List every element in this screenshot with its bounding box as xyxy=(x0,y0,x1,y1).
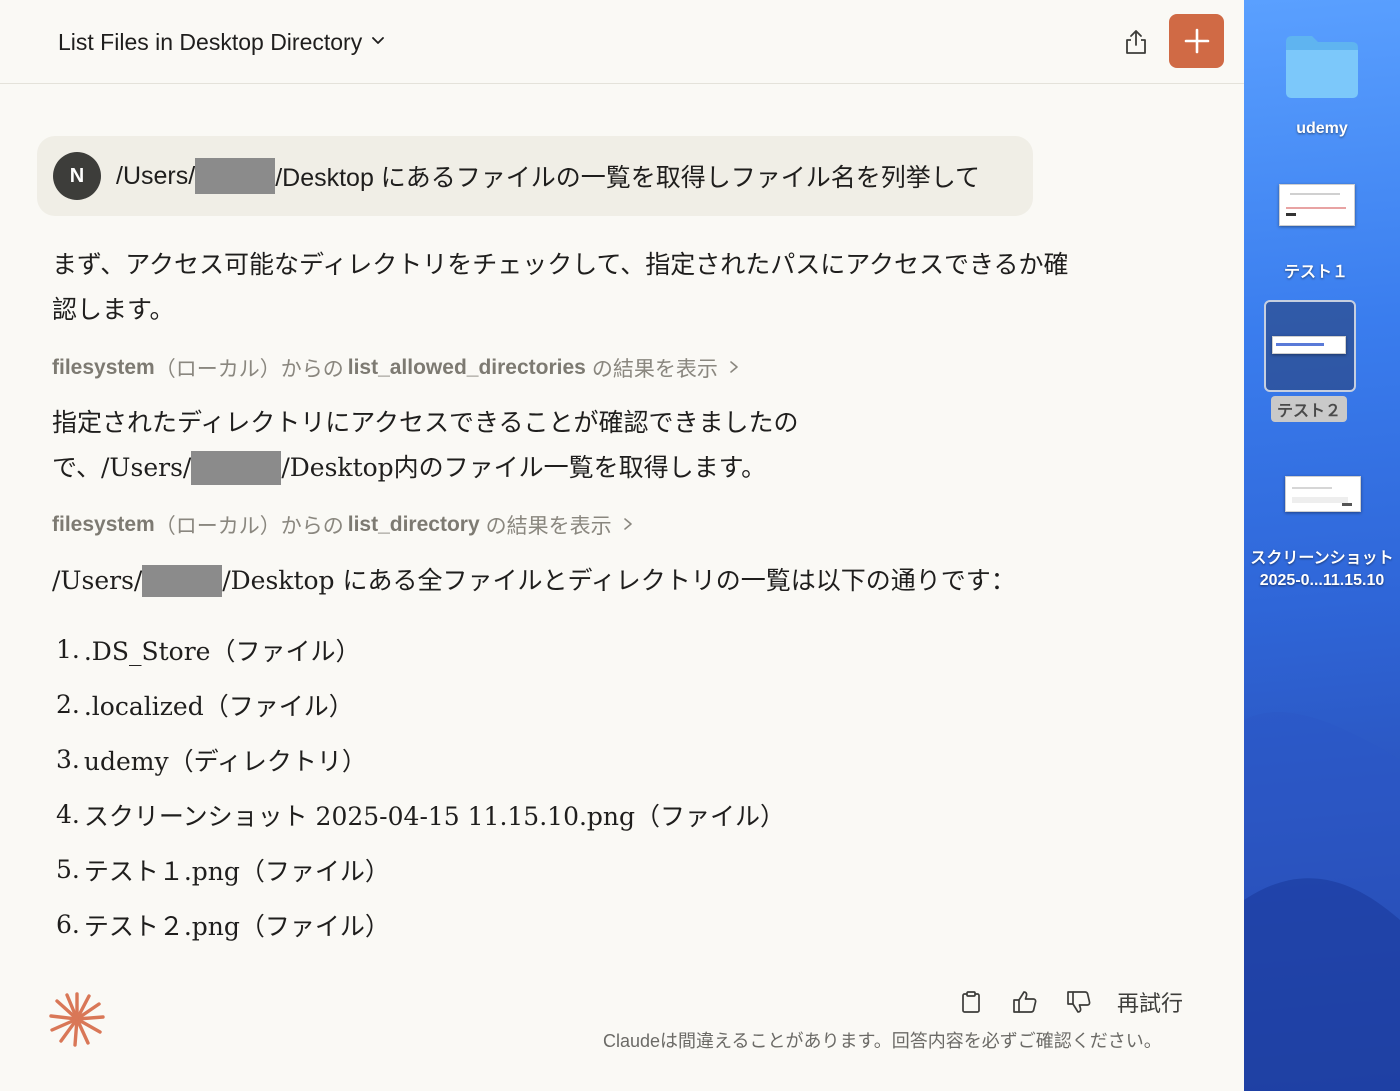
thumbs-down-button[interactable] xyxy=(1061,984,1097,1020)
redacted-username xyxy=(191,450,282,485)
list-item-text: udemy（ディレクトリ） xyxy=(83,746,367,776)
image-thumbnail-icon xyxy=(1279,184,1355,226)
tool-name: list_allowed_directories xyxy=(347,356,586,379)
new-chat-button[interactable] xyxy=(1169,14,1224,68)
desktop-icon-label-line: 2025-0...11.15.10 xyxy=(1259,572,1385,589)
tool-result-toggle-2[interactable]: filesystem （ローカル）からの list_directory の結果を… xyxy=(52,511,634,539)
tool-result-toggle-1[interactable]: filesystem （ローカル）からの list_allowed_direct… xyxy=(52,354,740,382)
list-item-text: テスト１.png（ファイル） xyxy=(83,856,390,886)
folder-icon xyxy=(1286,36,1358,98)
chevron-down-icon xyxy=(370,32,386,52)
path-suffix: /Desktop にあるファイルの一覧を取得しファイル名を列挙して xyxy=(275,164,981,192)
response-paragraph-1: まず、アクセス可能なディレクトリをチェックして、指定されたパスにアクセスできるか… xyxy=(52,242,1069,332)
clipboard-icon xyxy=(962,991,980,1013)
list-item-text: テスト２.png（ファイル） xyxy=(83,911,390,941)
plus-icon xyxy=(1184,28,1209,54)
path-prefix: /Users/ xyxy=(116,161,196,190)
claude-logo-icon xyxy=(49,992,105,1047)
avatar: N xyxy=(53,152,101,200)
user-message-text: /Users/ /Desktop にあるファイルの一覧を取得しファイル名を列挙して xyxy=(116,158,980,194)
desktop-icon-label: テスト２ xyxy=(1271,396,1348,422)
chat-panel: List Files in Desktop Directory N /Users… xyxy=(0,0,1244,1091)
list-item: 6. テスト２.png（ファイル） xyxy=(56,897,785,952)
response-paragraph-2: 指定されたディレクトリにアクセスできることが確認できましたの で、/Users/… xyxy=(52,400,799,490)
response-text-line: まず、アクセス可能なディレクトリをチェックして、指定されたパスにアクセスできるか… xyxy=(52,250,1069,279)
desktop-folder-udemy[interactable]: udemy xyxy=(1272,28,1372,138)
desktop-background: udemy テスト１ テスト２ スクリーンショット 2025-0...11.15… xyxy=(1244,0,1400,1091)
share-icon xyxy=(1126,30,1146,54)
response-text-line: 指定されたディレクトリにアクセスできることが確認できましたの xyxy=(52,408,799,437)
desktop-file-test1[interactable]: テスト１ xyxy=(1266,180,1366,281)
list-number: 5. xyxy=(56,855,80,884)
path-prefix: /Users/ xyxy=(52,566,143,595)
list-item-text: .DS_Store（ファイル） xyxy=(83,636,361,666)
path-suffix: /Desktop内のファイル一覧を取得します。 xyxy=(281,453,767,482)
tool-name: list_directory xyxy=(347,513,480,536)
image-thumbnail-icon xyxy=(1285,476,1361,512)
list-item-text: スクリーンショット 2025-04-15 11.15.10.png（ファイル） xyxy=(83,801,786,831)
list-number: 2. xyxy=(56,690,80,719)
disclaimer-text: Claudeは間違えることがあります。回答内容を必ずご確認ください。 xyxy=(603,1031,1162,1051)
list-number: 1. xyxy=(56,635,80,664)
copy-button[interactable] xyxy=(953,984,989,1020)
redacted-username xyxy=(142,564,223,597)
response-paragraph-3: /Users/I/Desktop にある全ファイルとディレクトリの一覧は以下の通… xyxy=(52,558,1016,603)
thumbs-up-button[interactable] xyxy=(1007,984,1043,1020)
tool-show-result-text: の結果を表示 xyxy=(485,515,612,538)
path-prefix: で、/Users/ xyxy=(52,453,192,482)
list-number: 4. xyxy=(56,800,80,829)
chevron-right-icon xyxy=(728,356,740,380)
thumbs-up-icon xyxy=(1013,991,1037,1013)
desktop-icon-label-line: スクリーンショット xyxy=(1250,550,1394,567)
tool-server-name: filesystem xyxy=(52,513,155,536)
list-item: 5. テスト１.png（ファイル） xyxy=(56,842,785,897)
chevron-right-icon xyxy=(622,513,634,537)
desktop-icon-label: スクリーンショット 2025-0...11.15.10 xyxy=(1246,548,1398,592)
list-item: 1. .DS_Store（ファイル） xyxy=(56,622,785,677)
selection-highlight xyxy=(1264,300,1356,392)
desktop-file-test2[interactable]: テスト２ xyxy=(1264,300,1356,424)
desktop-icon-label: udemy xyxy=(1296,120,1348,137)
tool-server-name: filesystem xyxy=(52,356,155,379)
redacted-username xyxy=(195,158,276,194)
list-item: 2. .localized（ファイル） xyxy=(56,677,785,732)
list-item-text: .localized（ファイル） xyxy=(83,691,354,721)
file-list: 1. .DS_Store（ファイル） 2. .localized（ファイル） 3. u… xyxy=(56,622,785,952)
conversation-title: List Files in Desktop Directory xyxy=(58,28,363,55)
list-item: 4. スクリーンショット 2025-04-15 11.15.10.png（ファイル… xyxy=(56,787,785,842)
list-item: 3. udemy（ディレクトリ） xyxy=(56,732,785,787)
tool-source-text: （ローカル）からの xyxy=(154,515,344,538)
chat-header: List Files in Desktop Directory xyxy=(0,0,1244,84)
user-message: N /Users/ /Desktop にあるファイルの一覧を取得しファイル名を列挙… xyxy=(37,136,1033,216)
desktop-icon-label: テスト１ xyxy=(1283,264,1348,281)
tool-show-result-text: の結果を表示 xyxy=(591,358,718,381)
image-thumbnail-icon xyxy=(1272,336,1346,354)
share-button[interactable] xyxy=(1116,22,1156,62)
response-text-line: 認します。 xyxy=(52,295,175,324)
conversation-title-button[interactable]: List Files in Desktop Directory xyxy=(44,22,400,62)
desktop-file-screenshot[interactable]: スクリーンショット 2025-0...11.15.10 xyxy=(1246,470,1398,600)
message-actions: 再試行 xyxy=(953,984,1183,1020)
response-text-line: で、/Users/ /Desktop内のファイル一覧を取得します。 xyxy=(52,445,799,490)
retry-button[interactable]: 再試行 xyxy=(1117,986,1183,1018)
tool-source-text: （ローカル）からの xyxy=(154,358,344,381)
list-number: 6. xyxy=(56,910,80,939)
thumbs-down-icon xyxy=(1067,991,1091,1013)
path-suffix: /Desktop にある全ファイルとディレクトリの一覧は以下の通りです： xyxy=(222,566,1016,595)
list-number: 3. xyxy=(56,745,80,774)
